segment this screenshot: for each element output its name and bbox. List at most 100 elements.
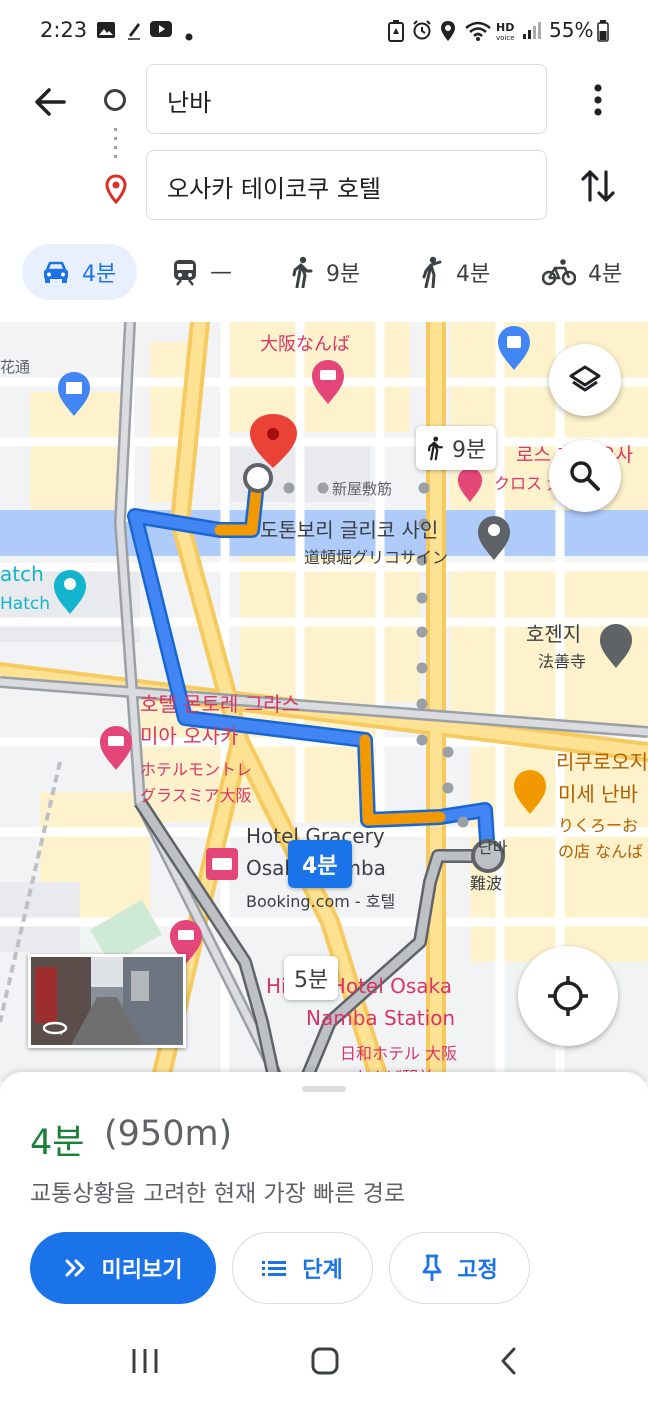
svg-text:voice: voice bbox=[496, 34, 515, 42]
my-location-button[interactable] bbox=[518, 946, 618, 1046]
walk-icon bbox=[292, 256, 313, 288]
list-icon bbox=[262, 1261, 287, 1276]
recent-apps-button[interactable] bbox=[130, 1346, 160, 1380]
mode-tab-transit[interactable]: — bbox=[172, 244, 232, 300]
hd-voice-icon: HD voice bbox=[496, 20, 520, 46]
route-description: 교통상황을 고려한 현재 가장 빠른 경로 bbox=[30, 1181, 406, 1207]
mode-ride-label: 4분 bbox=[456, 262, 491, 287]
mode-tab-bike[interactable]: 4분 bbox=[542, 244, 622, 300]
layers-icon bbox=[569, 365, 601, 392]
origin-input[interactable]: 난바 bbox=[146, 64, 547, 134]
map-label-glico-ko: 도톤보리 글리코 사인 bbox=[260, 518, 439, 542]
destination-input[interactable]: 오사카 테이코쿠 호텔 bbox=[146, 150, 547, 220]
map-label-hiyori-en-2: Namba Station bbox=[306, 1006, 456, 1030]
map-label-rikuro-ja-1: りくろーお bbox=[558, 816, 639, 835]
route-summary-sheet[interactable]: 4분 (950m) 교통상황을 고려한 현재 가장 빠른 경로 미리보기 단계 … bbox=[0, 1072, 648, 1328]
map-label-osaka-namba: 大阪なんば bbox=[260, 334, 350, 355]
route-duration: 4분 bbox=[30, 1123, 85, 1163]
map-label-namba-ko: 난바 bbox=[478, 838, 508, 857]
more-options-button[interactable] bbox=[586, 82, 610, 118]
back-button[interactable] bbox=[30, 82, 70, 122]
destination-pin-icon bbox=[104, 174, 128, 208]
mode-tab-walk[interactable]: 9분 bbox=[290, 244, 360, 300]
map-label-monterey-ko-2: 미아 오사카 bbox=[140, 724, 239, 748]
home-icon bbox=[311, 1347, 339, 1375]
drive-time-label: 4분 bbox=[302, 854, 338, 879]
pushpin-icon bbox=[422, 1254, 442, 1281]
origin-circle-icon bbox=[104, 89, 126, 111]
back-nav-button[interactable] bbox=[494, 1346, 524, 1380]
layers-button[interactable] bbox=[549, 344, 621, 416]
map-label-shinyashiki: 新屋敷筋 bbox=[332, 480, 393, 498]
swap-route-button[interactable] bbox=[580, 166, 616, 206]
alarm-icon bbox=[412, 20, 432, 44]
search-icon bbox=[570, 461, 600, 491]
crosshair-icon bbox=[548, 976, 588, 1016]
arrow-back-icon bbox=[35, 88, 66, 116]
preview-button-label: 미리보기 bbox=[101, 1258, 183, 1283]
rotate-360-icon bbox=[42, 1021, 68, 1035]
car-icon bbox=[44, 261, 68, 283]
double-chevron-right-icon bbox=[65, 1259, 85, 1277]
map-view[interactable]: 大阪なんば 花通 新屋敷筋 도톤보리 글리코 사인 道頓堀グリコサイン atch… bbox=[0, 322, 648, 1082]
home-button[interactable] bbox=[310, 1346, 340, 1380]
pen-icon bbox=[126, 20, 142, 44]
walk-time-chip[interactable]: 9분 bbox=[416, 426, 497, 470]
map-label-glico-ja: 道頓堀グリコサイン bbox=[304, 548, 449, 567]
train-icon bbox=[174, 260, 196, 286]
preview-button[interactable]: 미리보기 bbox=[30, 1232, 216, 1304]
map-label-monterey-ja-1: ホテルモントレ bbox=[140, 760, 253, 779]
mode-tab-drive[interactable]: 4분 bbox=[22, 244, 137, 300]
map-label-rikuro-ko-1: 리쿠로오지 bbox=[556, 750, 648, 774]
map-label-monterey-ja-2: グラスミア大阪 bbox=[140, 786, 252, 805]
route-header: 난바 오사카 테이코쿠 호텔 bbox=[0, 62, 648, 238]
route-distance: (950m) bbox=[104, 1114, 233, 1154]
steps-button-label: 단계 bbox=[302, 1258, 343, 1283]
map-label-watch-2: Hatch bbox=[0, 594, 50, 614]
alt-route-time-chip[interactable]: 5분 bbox=[284, 956, 339, 1000]
bike-icon bbox=[542, 259, 576, 286]
mode-bike-label: 4분 bbox=[588, 262, 623, 287]
drive-time-chip[interactable]: 4분 bbox=[288, 840, 352, 888]
steps-button[interactable]: 단계 bbox=[232, 1232, 373, 1304]
status-bar: 2:23 HD voice 55% bbox=[0, 0, 648, 62]
swap-vert-icon bbox=[581, 170, 615, 202]
route-connector-dots bbox=[114, 128, 117, 158]
more-vert-icon bbox=[594, 84, 602, 116]
alt-route-time-label: 5분 bbox=[294, 968, 329, 993]
search-along-route-button[interactable] bbox=[549, 440, 621, 512]
wifi-icon bbox=[464, 20, 492, 46]
walk-icon bbox=[427, 436, 443, 461]
image-icon bbox=[96, 20, 116, 44]
map-label-booking: Booking.com - 호텔 bbox=[246, 892, 396, 911]
battery-icon bbox=[597, 20, 609, 46]
system-nav-bar bbox=[0, 1328, 648, 1404]
map-label-rikuro-ja-2: の店 なんば bbox=[558, 842, 644, 861]
map-label-hanamichi: 花通 bbox=[0, 358, 31, 376]
battery-percent: 55% bbox=[549, 18, 594, 42]
signal-icon bbox=[522, 20, 542, 44]
map-label-hiyori-ja-1: 日和ホテル 大阪 bbox=[340, 1044, 458, 1063]
battery-saver-icon bbox=[388, 20, 404, 46]
svg-text:HD: HD bbox=[496, 21, 514, 34]
sheet-drag-handle[interactable] bbox=[302, 1086, 346, 1092]
mode-drive-label: 4분 bbox=[82, 262, 117, 287]
youtube-icon bbox=[150, 20, 172, 42]
mode-transit-label: — bbox=[210, 259, 232, 285]
travel-mode-tabs: 4분 — 9분 4분 4분 bbox=[0, 238, 648, 322]
recent-apps-icon bbox=[132, 1349, 158, 1373]
location-icon bbox=[440, 20, 456, 46]
street-view-thumbnail[interactable] bbox=[28, 954, 186, 1048]
pin-button-label: 고정 bbox=[457, 1258, 498, 1283]
dot-icon bbox=[185, 26, 193, 45]
walk-time-label: 9분 bbox=[452, 438, 487, 463]
map-label-rikuro-ko-2: 미세 난바 bbox=[558, 782, 638, 806]
map-label-watch-1: atch bbox=[0, 562, 44, 586]
map-label-monterey-ko-1: 호텔 몬토레 그라스 bbox=[140, 692, 300, 716]
status-time: 2:23 bbox=[40, 18, 88, 42]
back-chevron-icon bbox=[501, 1347, 516, 1375]
map-label-hozenji-ko: 호젠지 bbox=[526, 622, 582, 646]
pin-button[interactable]: 고정 bbox=[389, 1232, 530, 1304]
mode-tab-ride[interactable]: 4분 bbox=[418, 244, 490, 300]
map-label-namba-ja: 難波 bbox=[470, 874, 503, 893]
